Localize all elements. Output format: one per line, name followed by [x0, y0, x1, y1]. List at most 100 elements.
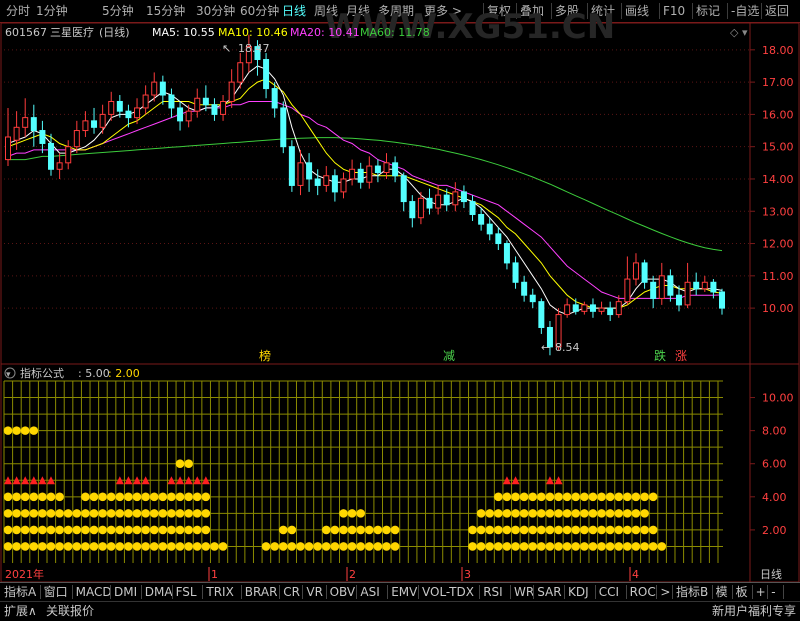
- candle-body[interactable]: [495, 233, 502, 245]
- candle-body[interactable]: [185, 110, 192, 122]
- candle-body[interactable]: [73, 130, 80, 148]
- candle-body[interactable]: [349, 168, 356, 180]
- candle-body[interactable]: [39, 130, 46, 144]
- indicator-tab-22[interactable]: 模: [716, 583, 728, 601]
- indicator-tab-15[interactable]: WR: [514, 583, 534, 601]
- candle-body[interactable]: [581, 304, 588, 312]
- candle-body[interactable]: [220, 100, 227, 115]
- candle-body[interactable]: [306, 162, 313, 180]
- candle-body[interactable]: [486, 223, 493, 235]
- candle-body[interactable]: [159, 81, 166, 96]
- indicator-tab-18[interactable]: CCI: [599, 583, 619, 601]
- candle-body[interactable]: [56, 162, 63, 170]
- candle-body[interactable]: [383, 162, 390, 174]
- indicator-tab-21[interactable]: 指标B: [676, 583, 708, 601]
- candle-body[interactable]: [572, 304, 579, 312]
- indicator-tab-10[interactable]: OBV: [330, 583, 356, 601]
- indicator-tab-3[interactable]: DMI: [114, 583, 137, 601]
- candle-body[interactable]: [263, 59, 270, 90]
- candle-body[interactable]: [271, 88, 278, 109]
- indicator-tab-9[interactable]: VR: [306, 583, 323, 601]
- indicator-tab-11[interactable]: ASI: [360, 583, 379, 601]
- indicator-tab-4[interactable]: DMA: [145, 583, 173, 601]
- indicator-tab-1[interactable]: 窗口: [44, 583, 68, 601]
- candle-body[interactable]: [675, 294, 682, 306]
- candle-body[interactable]: [91, 120, 98, 128]
- candle-body[interactable]: [607, 307, 614, 316]
- indicator-tab-8[interactable]: CR: [283, 583, 300, 601]
- indicator-tab-16[interactable]: SAR: [537, 583, 561, 601]
- candle-body[interactable]: [297, 162, 304, 186]
- candle-body[interactable]: [460, 191, 467, 203]
- candle-body[interactable]: [589, 304, 596, 312]
- stock-name[interactable]: 三星医疗: [50, 25, 94, 39]
- candle-body[interactable]: [314, 178, 321, 186]
- candle-body[interactable]: [435, 194, 442, 209]
- candle-body[interactable]: [82, 120, 89, 132]
- candle-body[interactable]: [529, 294, 536, 303]
- diamond-icon[interactable]: ◇: [730, 26, 739, 39]
- indicator-tab-23[interactable]: 板: [736, 583, 748, 601]
- candle-body[interactable]: [564, 304, 571, 316]
- candle-body[interactable]: [469, 201, 476, 215]
- dropdown-icon[interactable]: ▾: [742, 26, 748, 39]
- candle-body[interactable]: [598, 307, 605, 312]
- indicator-tab-20[interactable]: >: [660, 583, 670, 601]
- candle-body[interactable]: [417, 197, 424, 219]
- candle-body[interactable]: [194, 97, 201, 112]
- candle-body[interactable]: [693, 281, 700, 290]
- candle-body[interactable]: [288, 146, 295, 186]
- new-user-promo-link[interactable]: 新用户福利专享: [712, 603, 796, 620]
- candle-body[interactable]: [443, 194, 450, 206]
- candle-body[interactable]: [5, 136, 11, 161]
- candle-body[interactable]: [409, 201, 416, 219]
- candle-body[interactable]: [280, 107, 287, 148]
- indicator-tab-19[interactable]: ROC: [630, 583, 656, 601]
- indicator-tab-17[interactable]: KDJ: [568, 583, 589, 601]
- candle-body[interactable]: [374, 165, 381, 174]
- candle-body[interactable]: [719, 291, 725, 309]
- candle-body[interactable]: [641, 262, 648, 283]
- candle-body[interactable]: [125, 110, 132, 119]
- candle-body[interactable]: [228, 81, 235, 102]
- indicator-tab-14[interactable]: RSI: [483, 583, 503, 601]
- candle-body[interactable]: [48, 142, 55, 170]
- candle-body[interactable]: [22, 117, 29, 128]
- indicator-tab-25[interactable]: -: [771, 583, 775, 601]
- candle-body[interactable]: [701, 281, 708, 290]
- candle-body[interactable]: [30, 117, 37, 132]
- candle-body[interactable]: [366, 165, 373, 183]
- candle-body[interactable]: [521, 281, 528, 296]
- candle-body[interactable]: [684, 281, 691, 306]
- candle-body[interactable]: [400, 175, 407, 203]
- indicator-tab-5[interactable]: FSL: [176, 583, 197, 601]
- candle-body[interactable]: [177, 107, 184, 122]
- candle-body[interactable]: [710, 281, 717, 293]
- candle-body[interactable]: [632, 262, 639, 280]
- candle-body[interactable]: [538, 301, 545, 328]
- candle-body[interactable]: [323, 175, 330, 186]
- candle-body[interactable]: [452, 191, 459, 206]
- related-quotes-button[interactable]: 关联报价: [46, 603, 94, 620]
- indicator-tab-6[interactable]: TRIX: [206, 583, 233, 601]
- period-indicator[interactable]: 日线: [760, 567, 782, 581]
- indicator-title[interactable]: 指标公式: [20, 366, 64, 380]
- candle-body[interactable]: [116, 100, 123, 112]
- collapse-chevron-icon[interactable]: ▾: [6, 370, 11, 380]
- indicator-tab-7[interactable]: BRAR: [245, 583, 278, 601]
- candle-body[interactable]: [99, 113, 106, 128]
- indicator-tab-24[interactable]: +: [756, 583, 766, 601]
- candle-body[interactable]: [650, 281, 657, 299]
- candle-body[interactable]: [512, 262, 519, 283]
- candle-body[interactable]: [168, 94, 175, 109]
- indicator-tab-13[interactable]: VOL-TDX: [422, 583, 474, 601]
- candle-body[interactable]: [392, 162, 399, 177]
- candle-body[interactable]: [340, 178, 347, 193]
- expand-button[interactable]: 扩展∧: [4, 603, 37, 620]
- candle-body[interactable]: [624, 278, 631, 303]
- candle-body[interactable]: [211, 104, 218, 115]
- candle-body[interactable]: [503, 243, 510, 264]
- candle-body[interactable]: [142, 94, 149, 109]
- indicator-tab-12[interactable]: EMV: [391, 583, 417, 601]
- candle-body[interactable]: [615, 301, 622, 316]
